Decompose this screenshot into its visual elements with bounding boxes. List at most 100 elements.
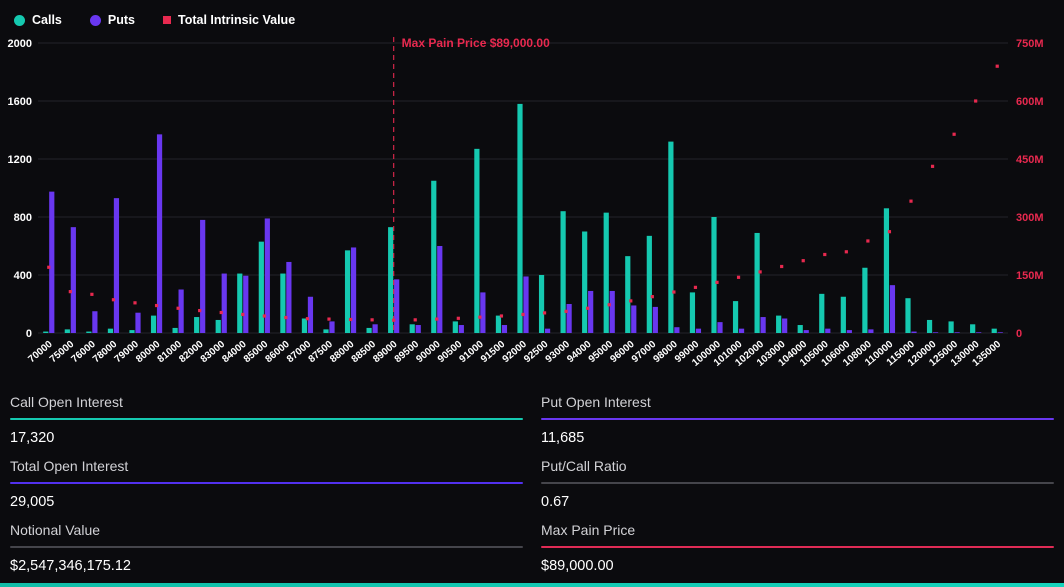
calls-bar[interactable] bbox=[323, 329, 328, 333]
puts-bar[interactable] bbox=[933, 332, 938, 333]
puts-bar[interactable] bbox=[825, 329, 830, 333]
calls-bar[interactable] bbox=[280, 274, 285, 333]
calls-bar[interactable] bbox=[819, 294, 824, 333]
intrinsic-value-dot[interactable] bbox=[715, 281, 718, 284]
puts-bar[interactable] bbox=[200, 220, 205, 333]
intrinsic-value-dot[interactable] bbox=[823, 253, 826, 256]
intrinsic-value-dot[interactable] bbox=[198, 309, 201, 312]
intrinsic-value-dot[interactable] bbox=[651, 295, 654, 298]
puts-bar[interactable] bbox=[286, 262, 291, 333]
calls-bar[interactable] bbox=[173, 328, 178, 333]
calls-bar[interactable] bbox=[108, 329, 113, 333]
intrinsic-value-dot[interactable] bbox=[220, 311, 223, 314]
calls-bar[interactable] bbox=[259, 242, 264, 333]
legend-item-intrinsic[interactable]: Total Intrinsic Value bbox=[163, 13, 295, 27]
intrinsic-value-dot[interactable] bbox=[133, 301, 136, 304]
intrinsic-value-dot[interactable] bbox=[435, 317, 438, 320]
intrinsic-value-dot[interactable] bbox=[327, 317, 330, 320]
puts-bar[interactable] bbox=[222, 274, 227, 333]
calls-bar[interactable] bbox=[539, 275, 544, 333]
calls-bar[interactable] bbox=[65, 329, 70, 333]
intrinsic-value-dot[interactable] bbox=[737, 276, 740, 279]
intrinsic-value-dot[interactable] bbox=[543, 311, 546, 314]
calls-bar[interactable] bbox=[927, 320, 932, 333]
intrinsic-value-dot[interactable] bbox=[284, 316, 287, 319]
intrinsic-value-dot[interactable] bbox=[672, 290, 675, 293]
calls-bar[interactable] bbox=[561, 211, 566, 333]
intrinsic-value-dot[interactable] bbox=[112, 298, 115, 301]
intrinsic-value-dot[interactable] bbox=[629, 299, 632, 302]
puts-bar[interactable] bbox=[480, 292, 485, 333]
intrinsic-value-dot[interactable] bbox=[478, 316, 481, 319]
calls-bar[interactable] bbox=[43, 332, 48, 333]
puts-bar[interactable] bbox=[631, 305, 636, 333]
calls-bar[interactable] bbox=[798, 325, 803, 333]
calls-bar[interactable] bbox=[668, 142, 673, 333]
intrinsic-value-dot[interactable] bbox=[802, 259, 805, 262]
puts-bar[interactable] bbox=[696, 329, 701, 333]
puts-bar[interactable] bbox=[847, 330, 852, 333]
calls-bar[interactable] bbox=[841, 297, 846, 333]
calls-bar[interactable] bbox=[625, 256, 630, 333]
intrinsic-value-dot[interactable] bbox=[953, 133, 956, 136]
puts-bar[interactable] bbox=[804, 330, 809, 333]
intrinsic-value-dot[interactable] bbox=[177, 307, 180, 310]
calls-bar[interactable] bbox=[755, 233, 760, 333]
puts-bar[interactable] bbox=[243, 276, 248, 333]
calls-bar[interactable] bbox=[733, 301, 738, 333]
calls-bar[interactable] bbox=[884, 208, 889, 333]
intrinsic-value-dot[interactable] bbox=[759, 270, 762, 273]
intrinsic-value-dot[interactable] bbox=[586, 307, 589, 310]
calls-bar[interactable] bbox=[453, 321, 458, 333]
puts-bar[interactable] bbox=[653, 307, 658, 333]
calls-bar[interactable] bbox=[711, 217, 716, 333]
intrinsic-value-dot[interactable] bbox=[565, 310, 568, 313]
puts-bar[interactable] bbox=[674, 327, 679, 333]
calls-bar[interactable] bbox=[237, 274, 242, 333]
calls-bar[interactable] bbox=[604, 213, 609, 333]
intrinsic-value-dot[interactable] bbox=[457, 317, 460, 320]
calls-bar[interactable] bbox=[690, 292, 695, 333]
intrinsic-value-dot[interactable] bbox=[909, 200, 912, 203]
puts-bar[interactable] bbox=[135, 313, 140, 333]
calls-bar[interactable] bbox=[216, 320, 221, 333]
puts-bar[interactable] bbox=[761, 317, 766, 333]
puts-bar[interactable] bbox=[588, 291, 593, 333]
calls-bar[interactable] bbox=[776, 316, 781, 333]
calls-bar[interactable] bbox=[517, 104, 522, 333]
intrinsic-value-dot[interactable] bbox=[866, 239, 869, 242]
intrinsic-value-dot[interactable] bbox=[888, 230, 891, 233]
puts-bar[interactable] bbox=[545, 329, 550, 333]
puts-bar[interactable] bbox=[911, 332, 916, 333]
intrinsic-value-dot[interactable] bbox=[241, 313, 244, 316]
puts-bar[interactable] bbox=[114, 198, 119, 333]
intrinsic-value-dot[interactable] bbox=[371, 318, 374, 321]
puts-bar[interactable] bbox=[179, 290, 184, 334]
legend-item-calls[interactable]: Calls bbox=[14, 13, 62, 27]
intrinsic-value-dot[interactable] bbox=[69, 290, 72, 293]
intrinsic-value-dot[interactable] bbox=[349, 318, 352, 321]
calls-bar[interactable] bbox=[496, 316, 501, 333]
legend-item-puts[interactable]: Puts bbox=[90, 13, 135, 27]
puts-bar[interactable] bbox=[868, 329, 873, 333]
puts-bar[interactable] bbox=[567, 304, 572, 333]
calls-bar[interactable] bbox=[86, 332, 91, 333]
intrinsic-value-dot[interactable] bbox=[90, 293, 93, 296]
puts-bar[interactable] bbox=[502, 325, 507, 333]
intrinsic-value-dot[interactable] bbox=[500, 314, 503, 317]
intrinsic-value-dot[interactable] bbox=[931, 165, 934, 168]
puts-bar[interactable] bbox=[955, 332, 960, 333]
intrinsic-value-dot[interactable] bbox=[414, 318, 417, 321]
intrinsic-value-dot[interactable] bbox=[263, 314, 266, 317]
puts-bar[interactable] bbox=[976, 332, 981, 333]
puts-bar[interactable] bbox=[717, 322, 722, 333]
calls-bar[interactable] bbox=[151, 316, 156, 333]
calls-bar[interactable] bbox=[474, 149, 479, 333]
calls-bar[interactable] bbox=[194, 317, 199, 333]
calls-bar[interactable] bbox=[367, 328, 372, 333]
calls-bar[interactable] bbox=[862, 268, 867, 333]
calls-bar[interactable] bbox=[992, 329, 997, 333]
puts-bar[interactable] bbox=[71, 227, 76, 333]
puts-bar[interactable] bbox=[329, 321, 334, 333]
intrinsic-value-dot[interactable] bbox=[521, 313, 524, 316]
